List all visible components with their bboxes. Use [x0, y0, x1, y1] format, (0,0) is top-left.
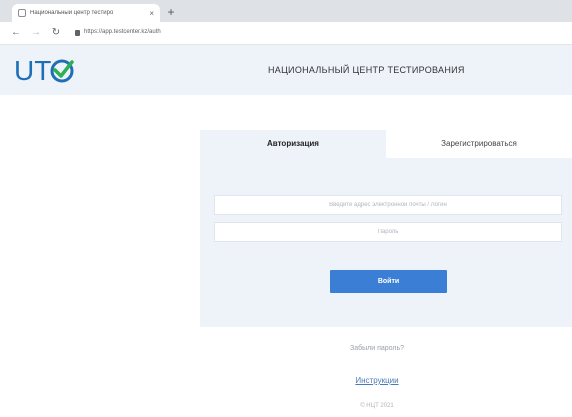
tab-register[interactable]: Зарегистрироваться [386, 130, 572, 158]
forgot-password-link[interactable]: Забыли пароль? [340, 345, 414, 352]
login-button[interactable]: Войти [330, 270, 447, 293]
forward-arrow-icon[interactable]: → [30, 26, 42, 40]
password-input[interactable] [214, 222, 562, 242]
logo-text: UT [14, 55, 51, 86]
copyright-text: © НЦТ 2021 [360, 403, 394, 409]
tab-authorization[interactable]: Авторизация [200, 130, 386, 158]
address-bar-url[interactable]: https://app.testcenter.kz/auth [84, 29, 161, 35]
site-header: UT НАЦИОНАЛЬНЫЙ ЦЕНТР ТЕСТИРОВАНИЯ [0, 45, 572, 95]
login-input[interactable] [214, 195, 562, 215]
lock-icon [75, 30, 80, 36]
utc-logo[interactable]: UT [14, 53, 74, 87]
auth-card: Авторизация Зарегистрироваться Войти [200, 130, 572, 327]
browser-tab[interactable]: Национальный центр тестиро × [12, 4, 160, 22]
browser-omnibar: ← → ↻ https://app.testcenter.kz/auth [0, 22, 572, 45]
browser-tabstrip: Национальный центр тестиро × + [0, 0, 572, 22]
auth-form: Войти [200, 158, 572, 327]
site-title: НАЦИОНАЛЬНЫЙ ЦЕНТР ТЕСТИРОВАНИЯ [268, 65, 465, 75]
browser-tab-title: Национальный центр тестиро [30, 10, 114, 16]
page-favicon-icon [18, 9, 26, 17]
auth-tabs: Авторизация Зарегистрироваться [200, 130, 572, 158]
logo-check-icon [53, 60, 74, 78]
instructions-link[interactable]: Инструкции [345, 376, 409, 385]
new-tab-icon[interactable]: + [164, 5, 178, 19]
close-tab-icon[interactable]: × [149, 9, 154, 18]
back-arrow-icon[interactable]: ← [10, 26, 22, 40]
reload-icon[interactable]: ↻ [50, 26, 62, 40]
